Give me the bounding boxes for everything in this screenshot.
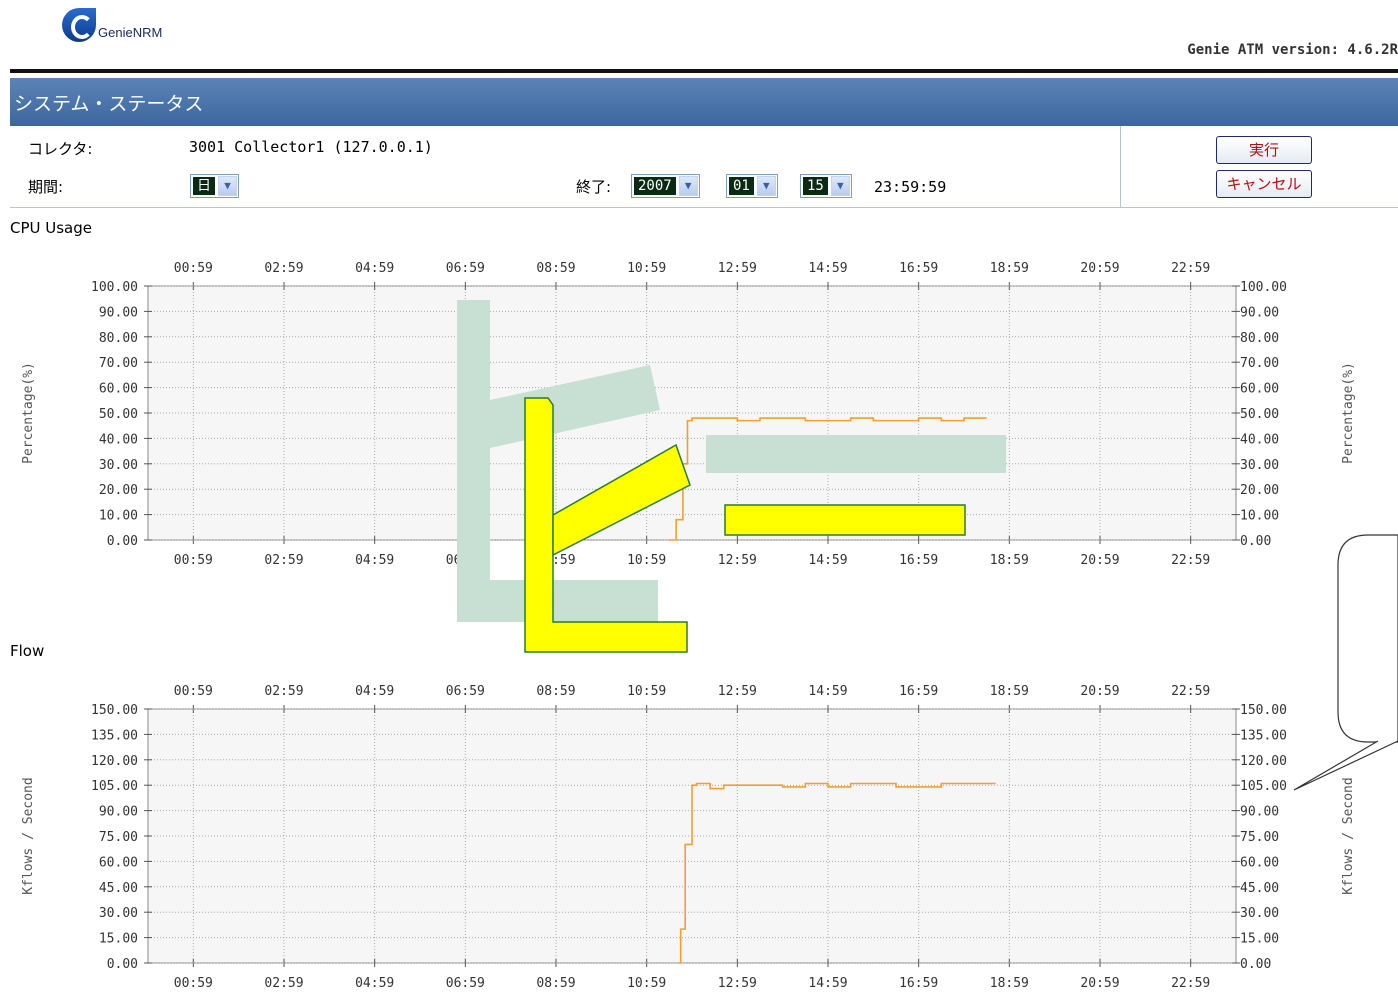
speech-bubble-tail	[1293, 740, 1398, 791]
annotation-overlay: ピー	[0, 0, 1398, 791]
overlay-text: ピー	[0, 0, 2, 1]
speech-bubble	[1337, 534, 1398, 743]
